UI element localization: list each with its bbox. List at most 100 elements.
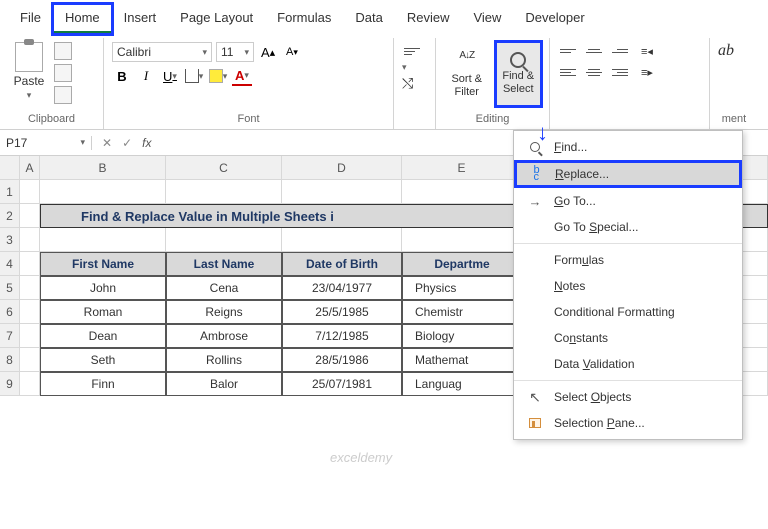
row-header[interactable]: 3 [0,228,20,252]
table-cell[interactable]: Roman [40,300,166,324]
cell[interactable] [20,348,40,372]
underline-button[interactable]: U▾ [160,66,180,86]
increase-indent-button[interactable]: ≡▸ [636,63,658,81]
cell[interactable] [402,180,522,204]
table-cell[interactable]: Mathemat [402,348,522,372]
cut-button[interactable] [54,42,72,60]
menu-select-objects[interactable]: ↖Select Objects [514,384,742,410]
menu-data[interactable]: Data [343,4,394,34]
table-cell[interactable]: 23/04/1977 [282,276,402,300]
find-select-button[interactable]: Find & Select [496,42,542,106]
menu-file[interactable]: File [8,4,53,34]
menu-find[interactable]: Find... [514,134,742,160]
menu-data-validation[interactable]: Data Validation [514,351,742,377]
menu-page-layout[interactable]: Page Layout [168,4,265,34]
cancel-icon[interactable]: ✕ [102,136,112,150]
align-right-button[interactable] [610,63,630,81]
orientation-button[interactable]: ⤭ [402,75,413,92]
cell[interactable] [402,228,522,252]
row-header[interactable]: 9 [0,372,20,396]
cell[interactable] [20,228,40,252]
copy-button[interactable] [54,64,72,82]
decrease-font-button[interactable]: A▾ [282,42,302,62]
cell[interactable] [20,180,40,204]
cell[interactable] [40,180,166,204]
menu-notes[interactable]: Notes [514,273,742,299]
enter-icon[interactable]: ✓ [122,136,132,150]
menu-insert[interactable]: Insert [112,4,169,34]
align-left-button[interactable] [558,63,578,81]
menu-developer[interactable]: Developer [513,4,596,34]
row-header[interactable]: 6 [0,300,20,324]
select-all-corner[interactable] [0,156,20,180]
row-header[interactable]: 7 [0,324,20,348]
cell[interactable] [282,180,402,204]
fx-icon[interactable]: fx [142,136,151,150]
cell[interactable] [20,276,40,300]
table-header[interactable]: Departme [402,252,522,276]
table-cell[interactable]: 25/5/1985 [282,300,402,324]
table-cell[interactable]: 25/07/1981 [282,372,402,396]
table-cell[interactable]: Seth [40,348,166,372]
table-cell[interactable]: Cena [166,276,282,300]
table-cell[interactable]: Biology [402,324,522,348]
col-header[interactable]: D [282,156,402,180]
cell[interactable] [282,228,402,252]
menu-home[interactable]: Home [53,4,112,34]
cell[interactable] [20,372,40,396]
table-header[interactable]: Date of Birth [282,252,402,276]
align-bottom-button[interactable] [610,42,630,60]
table-cell[interactable]: Chemistr [402,300,522,324]
table-cell[interactable]: Dean [40,324,166,348]
table-cell[interactable]: Rollins [166,348,282,372]
table-cell[interactable]: Languag [402,372,522,396]
align-middle-button[interactable] [584,42,604,60]
cell[interactable] [40,228,166,252]
align-top-button[interactable] [558,42,578,60]
menu-replace[interactable]: bcReplace... [515,161,741,187]
font-name-combo[interactable]: Calibri▾ [112,42,212,62]
col-header[interactable]: E [402,156,522,180]
menu-review[interactable]: Review [395,4,462,34]
table-cell[interactable]: Finn [40,372,166,396]
cell[interactable] [20,252,40,276]
format-painter-button[interactable] [54,86,72,104]
border-button[interactable]: ▾ [184,66,204,86]
decrease-indent-button[interactable]: ≡◂ [636,42,658,60]
sort-filter-button[interactable]: Sort & Filter [444,42,490,106]
table-cell[interactable]: Physics [402,276,522,300]
col-header[interactable]: A [20,156,40,180]
table-cell[interactable]: John [40,276,166,300]
row-header[interactable]: 8 [0,348,20,372]
row-header[interactable]: 2 [0,204,20,228]
cell[interactable] [20,300,40,324]
table-cell[interactable]: Balor [166,372,282,396]
font-color-button[interactable]: A▾ [232,66,252,86]
menu-cond-format[interactable]: Conditional Formatting [514,299,742,325]
increase-font-button[interactable]: A▴ [258,42,278,62]
bold-button[interactable]: B [112,66,132,86]
table-cell[interactable]: 7/12/1985 [282,324,402,348]
fill-color-button[interactable]: ▾ [208,66,228,86]
menu-formulas[interactable]: Formulas [265,4,343,34]
align-top-button[interactable] [402,42,422,60]
menu-goto[interactable]: →Go To... [514,188,742,214]
table-header[interactable]: Last Name [166,252,282,276]
align-center-button[interactable] [584,63,604,81]
menu-selection-pane[interactable]: Selection Pane... [514,410,742,436]
table-cell[interactable]: Reigns [166,300,282,324]
menu-constants[interactable]: Constants [514,325,742,351]
table-header[interactable]: First Name [40,252,166,276]
italic-button[interactable]: I [136,66,156,86]
row-header[interactable]: 5 [0,276,20,300]
row-header[interactable]: 4 [0,252,20,276]
menu-formulas[interactable]: Formulas [514,247,742,273]
name-box[interactable]: P17▾ [0,136,92,150]
cell[interactable] [166,228,282,252]
table-cell[interactable]: 28/5/1986 [282,348,402,372]
font-size-combo[interactable]: 11▾ [216,42,254,62]
paste-button[interactable]: Paste ▾ [8,42,50,101]
table-cell[interactable]: Ambrose [166,324,282,348]
col-header[interactable]: C [166,156,282,180]
cell[interactable] [20,204,40,228]
